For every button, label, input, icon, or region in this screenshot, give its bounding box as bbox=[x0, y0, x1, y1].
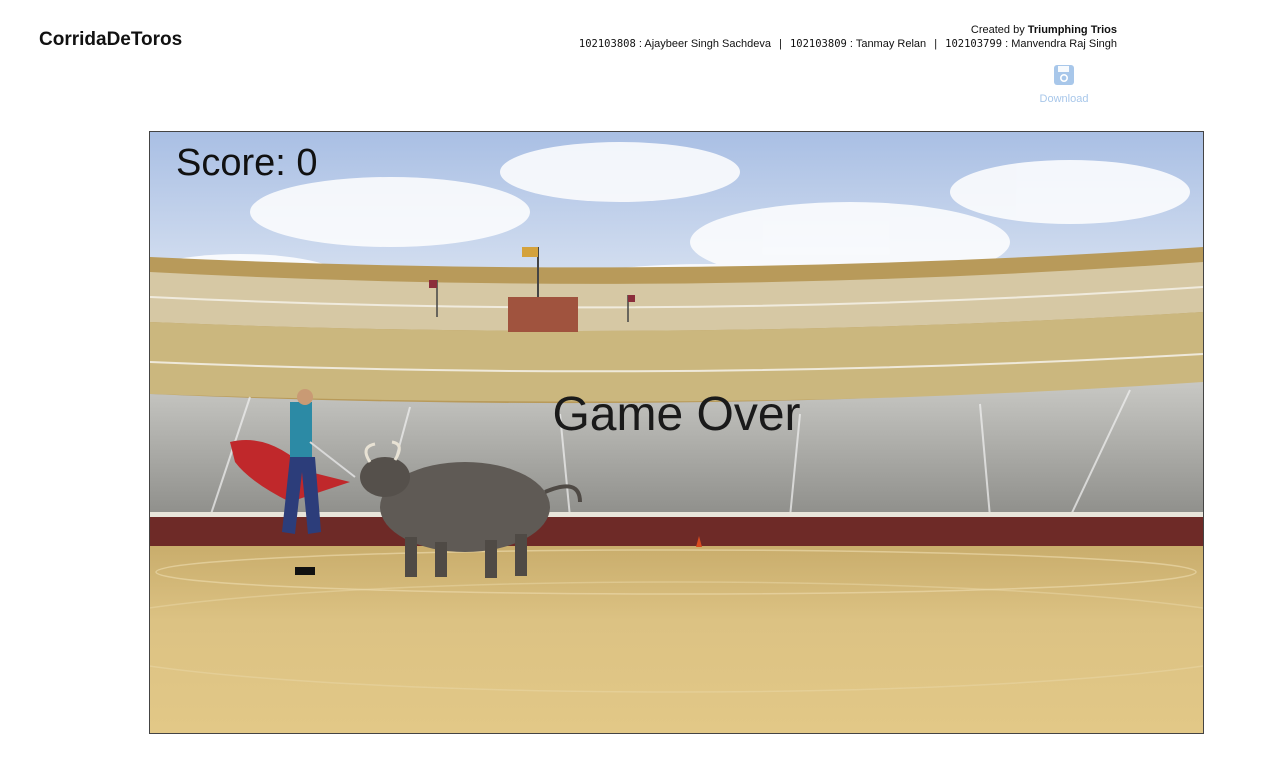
member-id: 102103809 bbox=[789, 38, 847, 50]
separator: | bbox=[934, 38, 938, 50]
brand-title: CorridaDeToros bbox=[39, 29, 183, 50]
member-name: : Manvendra Raj Singh bbox=[1005, 38, 1117, 50]
members-line: 102103808 : Ajaybeer Singh Sachdeva | 10… bbox=[579, 37, 1117, 51]
created-by-prefix: Created by bbox=[970, 24, 1025, 36]
member-name: : Tanmay Relan bbox=[849, 38, 927, 50]
game-canvas-frame[interactable]: Score: 0 Game Over bbox=[149, 131, 1204, 734]
header: CorridaDeToros Created by Triumphing Tri… bbox=[0, 0, 1280, 125]
created-by-line: Created by Triumphing Trios bbox=[579, 23, 1117, 37]
credits: Created by Triumphing Trios 102103808 : … bbox=[579, 23, 1117, 51]
separator: | bbox=[779, 38, 782, 50]
member-id: 102103799 bbox=[945, 38, 1003, 50]
team-name: Triumphing Trios bbox=[1027, 24, 1117, 36]
score-display: Score: 0 bbox=[176, 142, 318, 184]
member-name: : Ajaybeer Singh Sachdeva bbox=[638, 38, 771, 50]
save-disk-icon bbox=[1054, 65, 1074, 85]
download-label: Download bbox=[1039, 93, 1089, 105]
download-button[interactable]: Download bbox=[1030, 64, 1098, 105]
game-over-text: Game Over bbox=[552, 388, 801, 441]
member-id: 102103808 bbox=[578, 38, 636, 50]
